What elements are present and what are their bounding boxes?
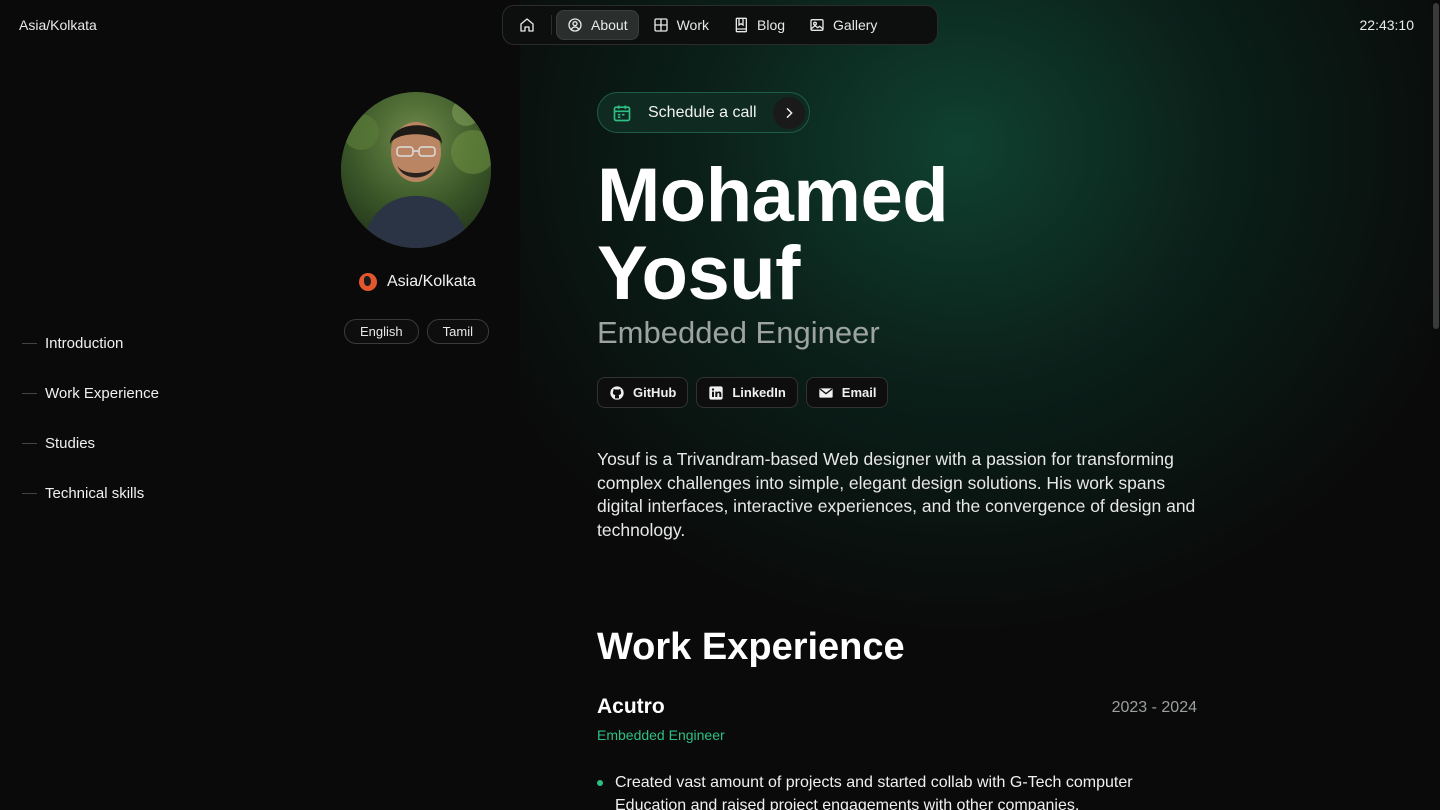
calendar-icon [612, 103, 632, 123]
name-line-first: Mohamed [597, 153, 949, 238]
github-icon [609, 385, 625, 401]
nav-divider [551, 15, 552, 35]
language-tag: Tamil [426, 319, 489, 344]
toc-line [22, 492, 37, 494]
nav-work[interactable]: Work [643, 10, 719, 40]
toc-item-label: Technical skills [45, 484, 145, 502]
image-icon [809, 17, 825, 33]
job-role: Embedded Engineer [597, 727, 725, 743]
profile-role: Embedded Engineer [597, 315, 880, 350]
nav-gallery[interactable]: Gallery [799, 10, 887, 40]
job-years: 2023 - 2024 [1111, 699, 1197, 716]
page-title: Mohamed Yosuf [597, 157, 1207, 313]
clock: 22:43:10 [1359, 17, 1415, 33]
globe-icon [359, 273, 377, 291]
nav-blog-label: Blog [757, 17, 786, 33]
toc-line [22, 342, 37, 344]
linkedin-button[interactable]: LinkedIn [696, 377, 798, 408]
name-line-last: Yosuf [597, 231, 800, 316]
main-content: Schedule a call Mohamed Yosuf Embedded E… [597, 92, 1207, 810]
schedule-call-label: Schedule a call [648, 103, 757, 121]
nav-work-label: Work [676, 17, 710, 33]
job-bullet-text: Created vast amount of projects and star… [615, 774, 1133, 810]
user-circle-icon [567, 17, 583, 33]
table-of-contents: Introduction Work Experience Studies Tec… [22, 333, 159, 533]
nav-home-button[interactable] [507, 10, 547, 40]
linkedin-icon [708, 385, 724, 401]
book-icon [733, 17, 749, 33]
avatar [341, 92, 491, 248]
toc-item-label: Introduction [45, 334, 124, 352]
toc-item-technical-skills[interactable]: Technical skills [22, 483, 159, 503]
toc-item-introduction[interactable]: Introduction [22, 333, 159, 353]
profile-location-label: Asia/Kolkata [387, 273, 476, 290]
language-tag: English [344, 319, 419, 344]
bio-paragraph: Yosuf is a Trivandram-based Web designer… [597, 449, 1196, 540]
main-nav: About Work Blog Gallery [502, 5, 938, 45]
linkedin-label: LinkedIn [732, 385, 786, 400]
toc-line [22, 442, 37, 444]
timezone-label: Asia/Kolkata [19, 17, 97, 33]
social-links: GitHub LinkedIn Email [597, 377, 1207, 408]
home-icon [519, 17, 535, 33]
mail-icon [818, 385, 834, 401]
grid-icon [653, 17, 669, 33]
scrollbar-track[interactable] [1432, 0, 1440, 810]
schedule-call-button[interactable]: Schedule a call [597, 92, 810, 133]
github-button[interactable]: GitHub [597, 377, 689, 408]
toc-item-work-experience[interactable]: Work Experience [22, 383, 159, 403]
toc-item-studies[interactable]: Studies [22, 433, 159, 453]
scrollbar-thumb[interactable] [1433, 3, 1439, 329]
chevron-right-icon [772, 96, 805, 129]
language-tags: English Tamil [344, 319, 489, 344]
toc-item-label: Studies [45, 434, 96, 452]
job-bullet: Created vast amount of projects and star… [597, 771, 1157, 810]
github-label: GitHub [633, 385, 677, 400]
profile-location: Asia/Kolkata [359, 273, 476, 291]
work-experience-heading: Work Experience [597, 626, 905, 668]
nav-gallery-label: Gallery [833, 17, 878, 33]
toc-item-label: Work Experience [45, 384, 159, 402]
email-button[interactable]: Email [805, 377, 889, 408]
nav-about[interactable]: About [556, 10, 639, 40]
email-label: Email [841, 385, 877, 400]
bullet-dot [597, 780, 603, 786]
job-entry: Acutro 2023 - 2024 Embedded Engineer Cre… [597, 695, 1207, 810]
toc-line [22, 392, 37, 394]
nav-about-label: About [591, 17, 628, 33]
nav-blog[interactable]: Blog [723, 10, 795, 40]
